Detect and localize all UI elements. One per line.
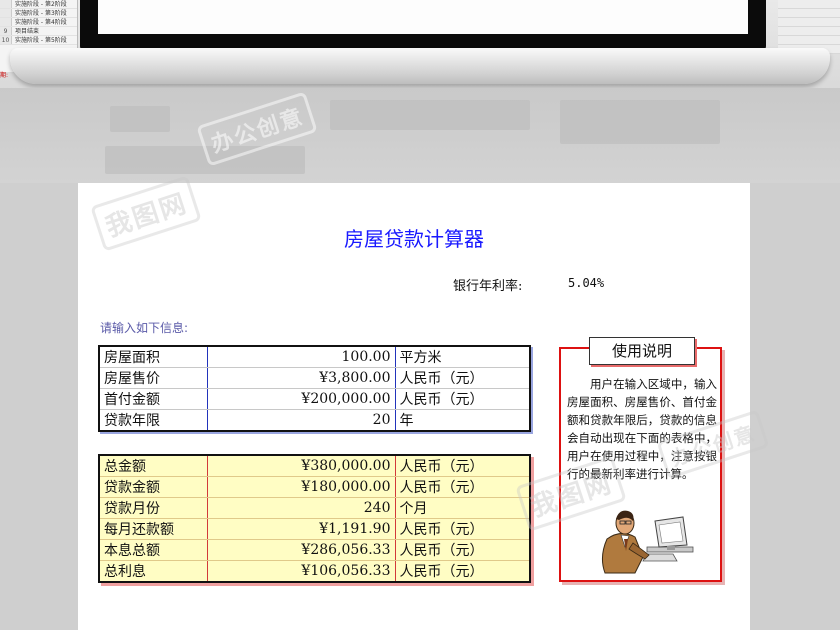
table-row: 本息总额 ¥286,056.33 人民币（元） (99, 539, 530, 561)
laptop-base (10, 48, 830, 84)
output-cell[interactable]: ¥380,000.00 (207, 455, 396, 477)
mini-row: 9 项目结束 (0, 27, 77, 36)
input-unit: 人民币（元） (395, 367, 530, 389)
input-unit: 人民币（元） (395, 388, 530, 410)
mini-footer-fragment: 期: (0, 72, 9, 79)
input-unit: 平方米 (395, 346, 530, 368)
input-prompt: 请输入如下信息: (100, 321, 189, 335)
table-row: 总金额 ¥380,000.00 人民币（元） (99, 455, 530, 477)
output-unit: 人民币（元） (395, 539, 530, 561)
input-cell-down-payment[interactable]: ¥200,000.00 (207, 388, 396, 410)
mini-row: 实施阶段 - 第3阶段 (0, 9, 77, 18)
output-label: 贷款月份 (99, 497, 208, 519)
interest-rate-label: 银行年利率: (453, 279, 523, 294)
input-cell-loan-years[interactable]: 20 (206, 409, 396, 432)
input-cell-price[interactable]: ¥3,800.00 (207, 367, 396, 389)
laptop-screen-bezel (80, 0, 766, 52)
table-row: 房屋售价 ¥3,800.00 人民币（元） (99, 367, 530, 389)
table-row: 每月还款额 ¥1,191.90 人民币（元） (99, 518, 530, 540)
input-label: 房屋面积 (99, 346, 208, 368)
output-cell[interactable]: ¥1,191.90 (207, 518, 396, 540)
output-label: 每月还款额 (99, 518, 208, 540)
laptop-mockup: 实施阶段 - 第2阶段 实施阶段 - 第3阶段 实施阶段 - 第4阶段 9 项目结… (0, 0, 840, 90)
input-label: 房屋售价 (99, 367, 208, 389)
interest-rate-value[interactable]: 5.04% (568, 276, 604, 290)
blurred-reflection: 办公创意 (0, 88, 840, 183)
table-row: 总利息 ¥106,056.33 人民币（元） (99, 560, 530, 583)
table-row: 房屋面积 100.00 平方米 (99, 346, 530, 368)
laptop-screen (98, 0, 748, 34)
input-cell-area[interactable]: 100.00 (207, 346, 396, 368)
businessman-at-computer-icon (601, 510, 694, 574)
table-row: 贷款年限 20 年 (99, 409, 530, 432)
output-unit: 人民币（元） (395, 455, 530, 477)
output-label: 总利息 (99, 560, 208, 583)
output-table: 总金额 ¥380,000.00 人民币（元） 贷款金额 ¥180,000.00 … (98, 454, 531, 583)
table-row: 贷款月份 240 个月 (99, 497, 530, 519)
output-cell[interactable]: ¥286,056.33 (207, 539, 396, 561)
loan-calculator-sheet: 房屋贷款计算器 银行年利率: 5.04% 请输入如下信息: 房屋面积 100.0… (78, 183, 750, 630)
input-label: 贷款年限 (99, 409, 208, 432)
table-row: 贷款金额 ¥180,000.00 人民币（元） (99, 476, 530, 498)
output-cell[interactable]: ¥180,000.00 (207, 476, 396, 498)
output-unit: 人民币（元） (395, 518, 530, 540)
blur-block (110, 106, 170, 132)
output-label: 总金额 (99, 455, 208, 477)
output-cell[interactable]: 240 (207, 497, 396, 519)
input-table: 房屋面积 100.00 平方米 房屋售价 ¥3,800.00 人民币（元） 首付… (98, 345, 531, 432)
output-label: 贷款金额 (99, 476, 208, 498)
right-sheet-edge (778, 0, 840, 54)
output-label: 本息总额 (99, 539, 208, 561)
usage-instructions-title: 使用说明 (589, 337, 695, 365)
input-label: 首付金额 (99, 388, 208, 410)
blur-block (330, 100, 530, 130)
table-row: 首付金额 ¥200,000.00 人民币（元） (99, 388, 530, 410)
mini-row: 10 实施阶段 - 第5阶段 (0, 36, 77, 45)
mini-row: 实施阶段 - 第4阶段 (0, 18, 77, 27)
output-unit: 人民币（元） (395, 560, 530, 583)
mini-row: 实施阶段 - 第2阶段 (0, 0, 77, 9)
output-unit: 个月 (395, 497, 530, 519)
output-cell[interactable]: ¥106,056.33 (207, 560, 396, 583)
blur-block (560, 100, 720, 144)
input-unit: 年 (395, 409, 530, 432)
output-unit: 人民币（元） (395, 476, 530, 498)
